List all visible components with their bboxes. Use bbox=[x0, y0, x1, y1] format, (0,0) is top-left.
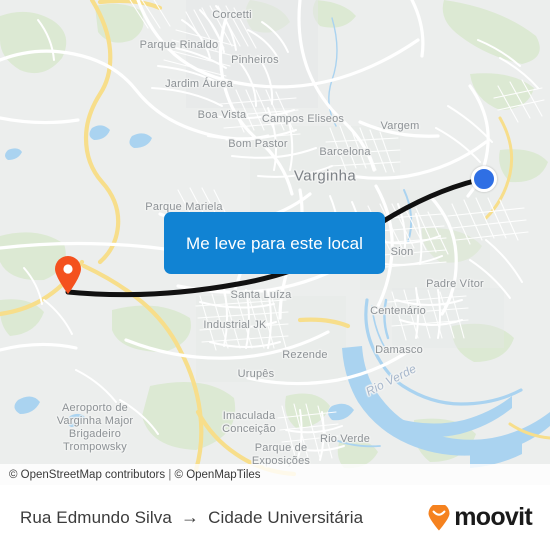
origin-pin-marker[interactable] bbox=[53, 255, 83, 295]
trip-origin: Rua Edmundo Silva bbox=[20, 507, 172, 527]
trip-title: Rua Edmundo Silva → Cidade Universitária bbox=[20, 507, 427, 528]
attribution-openmaptiles[interactable]: © OpenMapTiles bbox=[175, 469, 261, 481]
moovit-logo[interactable]: moovit bbox=[427, 503, 533, 531]
destination-dot-marker[interactable] bbox=[471, 166, 497, 192]
trip-destination: Cidade Universitária bbox=[208, 507, 364, 527]
moovit-trip-map-card: .rd { stroke:#ffffff; fill:none; stroke-… bbox=[0, 0, 550, 550]
trip-summary-bar: Rua Edmundo Silva → Cidade Universitária… bbox=[0, 485, 550, 550]
attribution-osm[interactable]: © OpenStreetMap contributors bbox=[9, 469, 165, 481]
map-pin-icon bbox=[55, 256, 81, 294]
moovit-wordmark: moovit bbox=[454, 503, 532, 531]
attribution-separator: | bbox=[165, 468, 175, 481]
moovit-pin-icon bbox=[428, 504, 450, 530]
callout-text: Me leve para este local bbox=[185, 233, 364, 253]
map-canvas[interactable]: .rd { stroke:#ffffff; fill:none; stroke-… bbox=[0, 0, 550, 485]
callout-bubble[interactable]: Me leve para este local bbox=[164, 212, 385, 274]
arrow-right-icon: → bbox=[180, 507, 200, 527]
map-attribution: © OpenStreetMap contributors | © OpenMap… bbox=[0, 464, 550, 485]
